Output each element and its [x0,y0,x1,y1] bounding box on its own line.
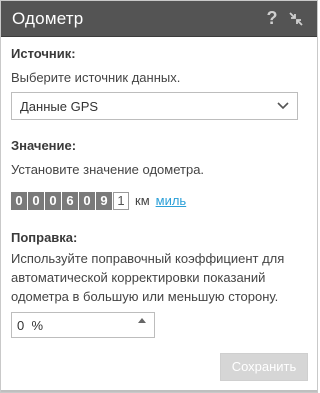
odometer-digit: 0 [79,191,95,210]
correction-label: Поправка: [11,230,78,245]
correction-stepper[interactable]: 0 % [11,312,155,338]
unit-miles-link[interactable]: миль [156,193,187,208]
unit-km: км [135,193,150,208]
bottom-divider [1,390,317,392]
source-hint: Выберите источник данных. [11,70,181,85]
save-button[interactable]: Сохранить [220,353,308,381]
correction-hint-line: автоматической корректировки показаний [11,270,266,285]
title-bar: Одометр ? [1,1,317,37]
correction-value: 0 % [17,318,44,333]
odometer-digit-input[interactable]: 1 [113,191,129,210]
spin-up-icon[interactable] [138,318,146,323]
chevron-down-icon [277,102,289,110]
value-label: Значение: [11,138,77,153]
odometer-digit: 6 [62,191,78,210]
odometer-digit: 0 [28,191,44,210]
panel-title: Одометр [12,9,84,28]
odometer-digit: 0 [11,191,27,210]
odometer-panel: Одометр ? Источник: Выберите источник да… [0,0,318,393]
odometer-value: 0 0 0 6 0 9 1 км миль [11,191,186,210]
correction-hint-line: одометра в большую или меньшую сторону. [11,289,279,304]
source-select-value: Данные GPS [20,99,99,114]
collapse-icon[interactable] [288,11,304,27]
correction-hint-line: Используйте поправочный коэффициент для [11,251,285,266]
odometer-digit: 9 [96,191,112,210]
value-hint: Установите значение одометра. [11,162,205,177]
help-icon[interactable]: ? [265,8,279,29]
source-select[interactable]: Данные GPS [11,92,298,120]
odometer-digit: 0 [45,191,61,210]
source-label: Источник: [11,46,76,61]
